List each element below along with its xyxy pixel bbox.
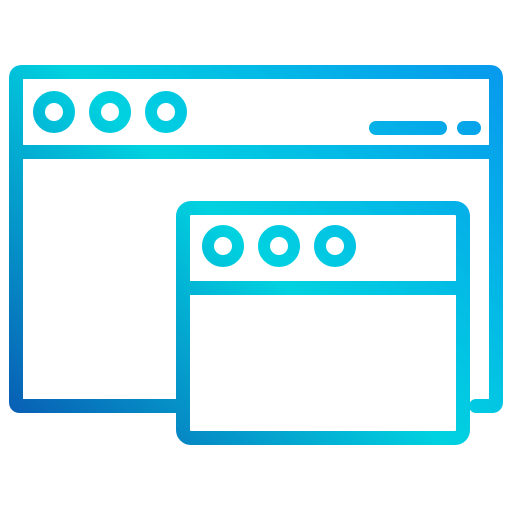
back-window-dot-2 [89, 91, 131, 133]
back-window-dot-1 [33, 91, 75, 133]
back-window-dot-3 [145, 91, 187, 133]
browser-windows-svg [9, 65, 503, 445]
browser-windows-icon [0, 0, 512, 512]
front-window [176, 201, 470, 445]
